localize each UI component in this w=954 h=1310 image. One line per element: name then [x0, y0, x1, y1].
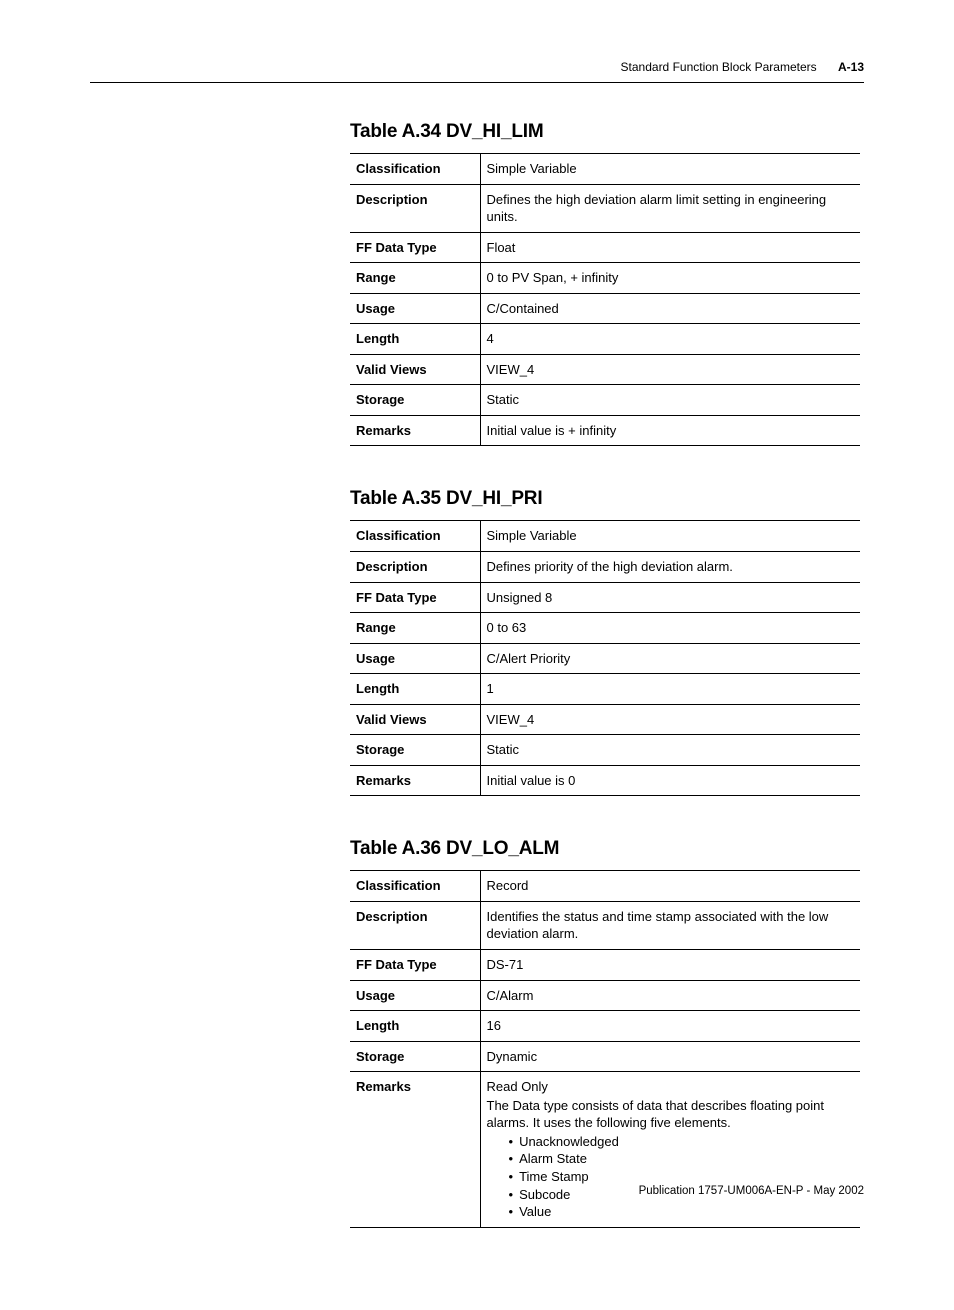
- publication-footer: Publication 1757-UM006A-EN-P - May 2002: [639, 1185, 864, 1197]
- row-label: Valid Views: [350, 354, 480, 385]
- table-row: UsageC/Alert Priority: [350, 643, 860, 674]
- table-row: StorageStatic: [350, 735, 860, 766]
- row-value: 1: [480, 674, 860, 705]
- row-label: Remarks: [350, 765, 480, 796]
- row-label: Range: [350, 263, 480, 294]
- row-value: Initial value is 0: [480, 765, 860, 796]
- remarks-intro2: The Data type consists of data that desc…: [487, 1097, 853, 1132]
- remarks-intro1: Read Only: [487, 1078, 853, 1096]
- table-row: RemarksInitial value is + infinity: [350, 415, 860, 446]
- param-table-dv-lo-alm: ClassificationRecord DescriptionIdentifi…: [350, 870, 860, 1227]
- row-value: C/Alert Priority: [480, 643, 860, 674]
- row-label: Usage: [350, 643, 480, 674]
- row-label: Classification: [350, 154, 480, 185]
- row-value: Simple Variable: [480, 521, 860, 552]
- row-label: FF Data Type: [350, 232, 480, 263]
- page-number: A-13: [838, 60, 864, 74]
- table-row: Valid ViewsVIEW_4: [350, 704, 860, 735]
- row-label: Classification: [350, 521, 480, 552]
- table-row: FF Data TypeDS-71: [350, 950, 860, 981]
- param-table-dv-hi-lim: ClassificationSimple Variable Descriptio…: [350, 153, 860, 446]
- row-value: 0 to 63: [480, 613, 860, 644]
- table-row: DescriptionIdentifies the status and tim…: [350, 901, 860, 949]
- row-label: Storage: [350, 1041, 480, 1072]
- table-row: DescriptionDefines priority of the high …: [350, 552, 860, 583]
- row-label: Usage: [350, 980, 480, 1011]
- row-value: Identifies the status and time stamp ass…: [480, 901, 860, 949]
- row-label: Length: [350, 1011, 480, 1042]
- list-item: Alarm State: [509, 1150, 853, 1168]
- table-row: StorageDynamic: [350, 1041, 860, 1072]
- page-content: Standard Function Block Parameters A-13 …: [0, 0, 954, 1310]
- row-value: Defines priority of the high deviation a…: [480, 552, 860, 583]
- table-row: Range0 to 63: [350, 613, 860, 644]
- row-value: C/Contained: [480, 293, 860, 324]
- row-value: Record: [480, 871, 860, 902]
- table-block-dv-hi-pri: Table A.35 DV_HI_PRI ClassificationSimpl…: [350, 488, 864, 796]
- table-row: Length4: [350, 324, 860, 355]
- row-value: Float: [480, 232, 860, 263]
- table-block-dv-lo-alm: Table A.36 DV_LO_ALM ClassificationRecor…: [350, 838, 864, 1227]
- table-row: Length16: [350, 1011, 860, 1042]
- row-value: DS-71: [480, 950, 860, 981]
- remarks-content: Read Only The Data type consists of data…: [487, 1078, 853, 1220]
- row-label: Length: [350, 674, 480, 705]
- table-row: Range0 to PV Span, + infinity: [350, 263, 860, 294]
- row-value: Read Only The Data type consists of data…: [480, 1072, 860, 1227]
- row-label: Remarks: [350, 1072, 480, 1227]
- row-label: Range: [350, 613, 480, 644]
- row-label: FF Data Type: [350, 582, 480, 613]
- row-value: C/Alarm: [480, 980, 860, 1011]
- table-row: UsageC/Alarm: [350, 980, 860, 1011]
- header-rule: [90, 82, 864, 83]
- table-title: Table A.36 DV_LO_ALM: [350, 838, 864, 860]
- row-value: 16: [480, 1011, 860, 1042]
- row-label: Valid Views: [350, 704, 480, 735]
- table-row: ClassificationSimple Variable: [350, 154, 860, 185]
- list-item: Time Stamp: [509, 1168, 853, 1186]
- row-label: Remarks: [350, 415, 480, 446]
- row-value: 4: [480, 324, 860, 355]
- row-value: Dynamic: [480, 1041, 860, 1072]
- table-row: FF Data TypeFloat: [350, 232, 860, 263]
- row-label: Storage: [350, 385, 480, 416]
- table-row: FF Data TypeUnsigned 8: [350, 582, 860, 613]
- section-name: Standard Function Block Parameters: [621, 60, 817, 74]
- row-label: Storage: [350, 735, 480, 766]
- row-label: Description: [350, 552, 480, 583]
- row-value: Defines the high deviation alarm limit s…: [480, 184, 860, 232]
- list-item: Value: [509, 1203, 853, 1221]
- row-label: FF Data Type: [350, 950, 480, 981]
- remarks-list: Unacknowledged Alarm State Time Stamp Su…: [487, 1133, 853, 1221]
- table-row: Length1: [350, 674, 860, 705]
- table-row: Remarks Read Only The Data type consists…: [350, 1072, 860, 1227]
- list-item: Unacknowledged: [509, 1133, 853, 1151]
- row-value: Unsigned 8: [480, 582, 860, 613]
- table-title: Table A.35 DV_HI_PRI: [350, 488, 864, 510]
- row-label: Usage: [350, 293, 480, 324]
- row-value: Initial value is + infinity: [480, 415, 860, 446]
- table-row: ClassificationSimple Variable: [350, 521, 860, 552]
- table-block-dv-hi-lim: Table A.34 DV_HI_LIM ClassificationSimpl…: [350, 121, 864, 446]
- row-value: VIEW_4: [480, 354, 860, 385]
- table-row: RemarksInitial value is 0: [350, 765, 860, 796]
- table-row: DescriptionDefines the high deviation al…: [350, 184, 860, 232]
- row-label: Classification: [350, 871, 480, 902]
- row-label: Description: [350, 184, 480, 232]
- row-value: Static: [480, 385, 860, 416]
- table-row: ClassificationRecord: [350, 871, 860, 902]
- table-row: UsageC/Contained: [350, 293, 860, 324]
- row-label: Description: [350, 901, 480, 949]
- table-row: StorageStatic: [350, 385, 860, 416]
- row-value: 0 to PV Span, + infinity: [480, 263, 860, 294]
- row-label: Length: [350, 324, 480, 355]
- running-header: Standard Function Block Parameters A-13: [90, 60, 864, 74]
- row-value: Simple Variable: [480, 154, 860, 185]
- row-value: Static: [480, 735, 860, 766]
- table-row: Valid ViewsVIEW_4: [350, 354, 860, 385]
- row-value: VIEW_4: [480, 704, 860, 735]
- param-table-dv-hi-pri: ClassificationSimple Variable Descriptio…: [350, 520, 860, 796]
- table-title: Table A.34 DV_HI_LIM: [350, 121, 864, 143]
